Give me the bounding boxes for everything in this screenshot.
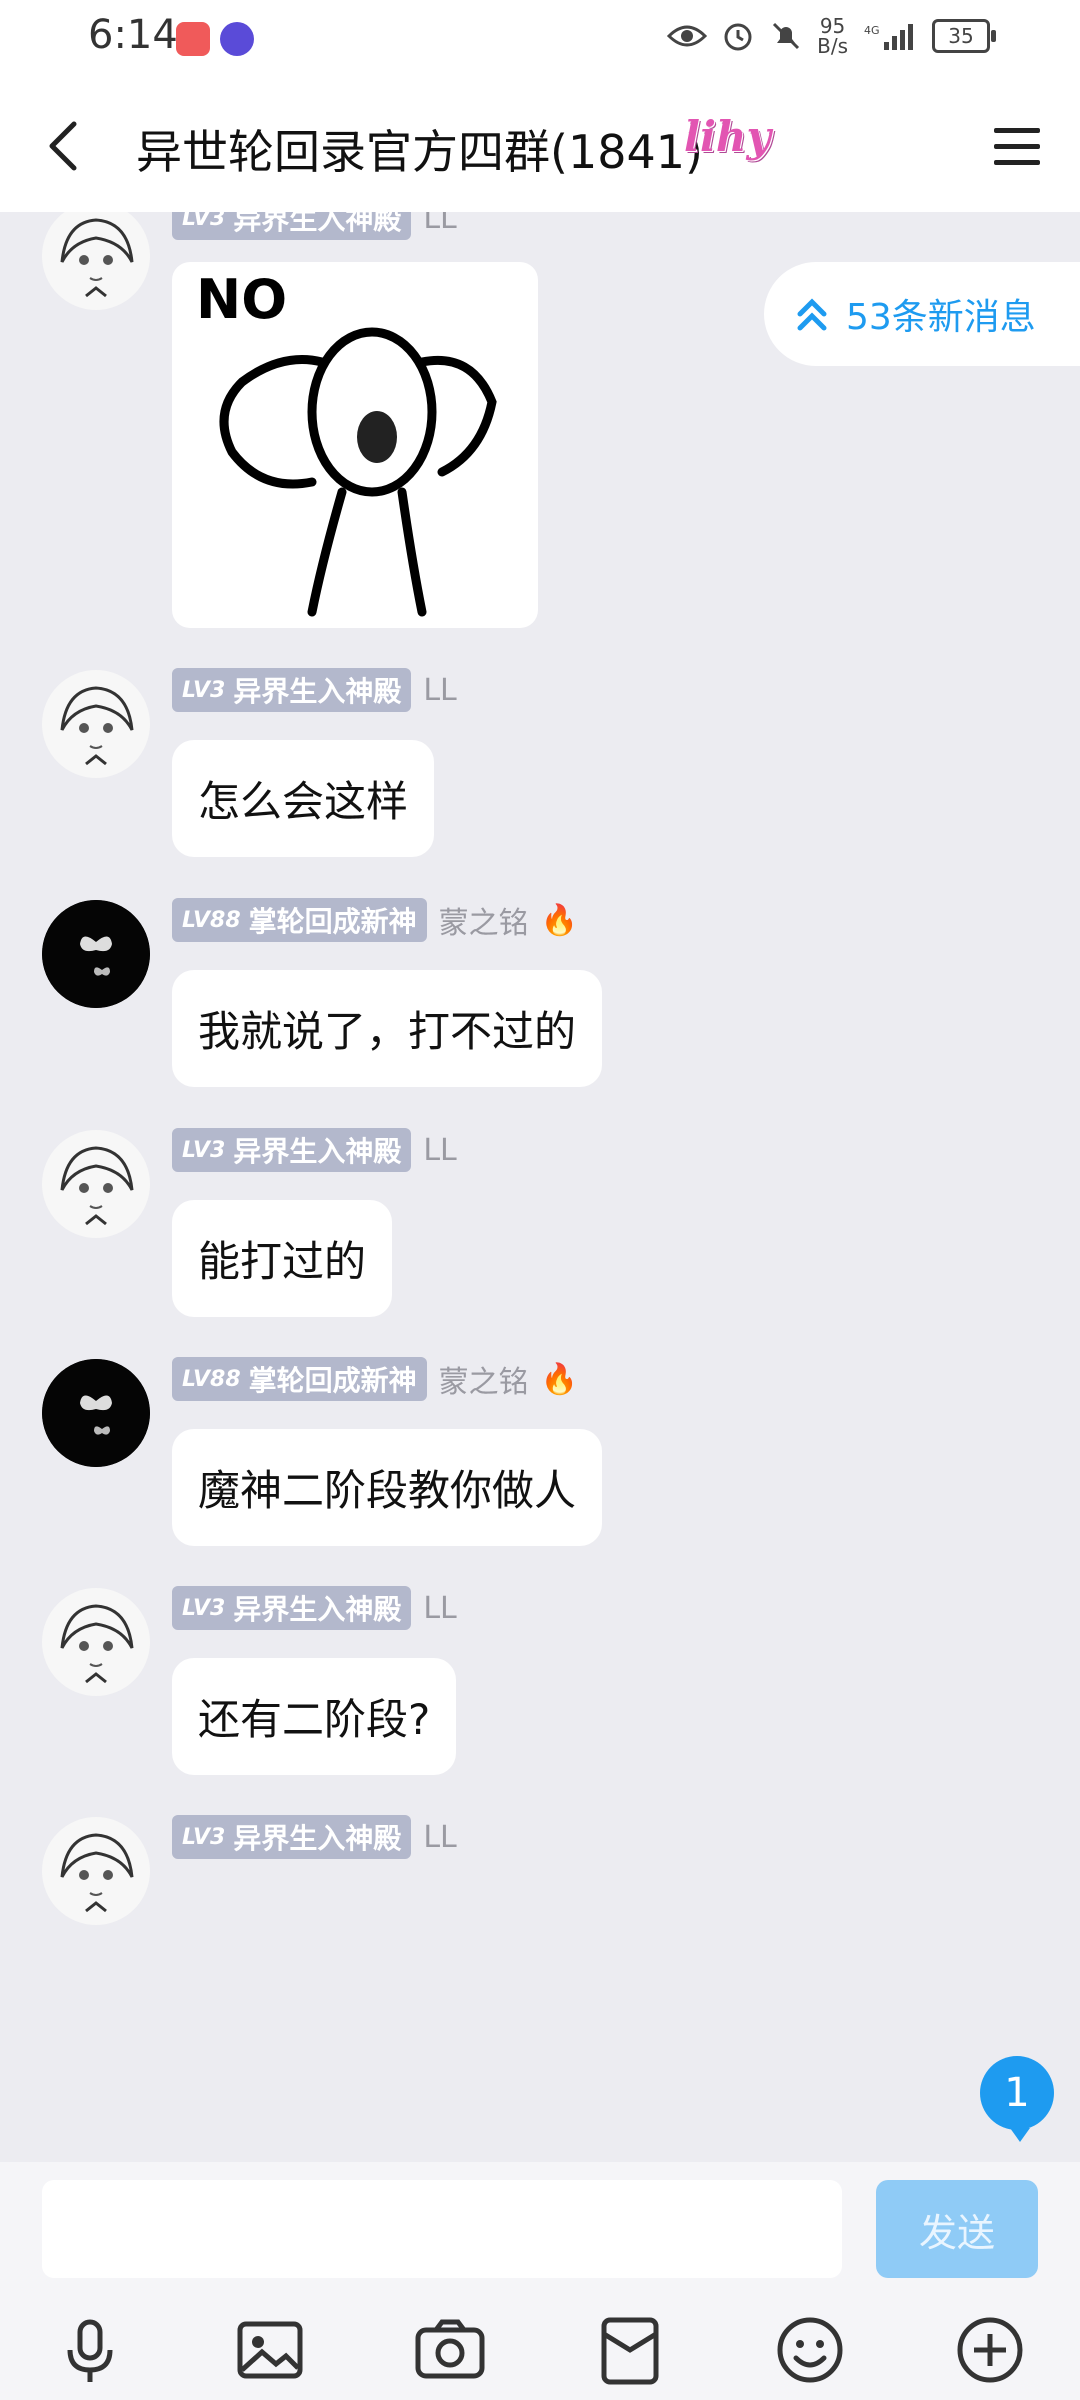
avatar[interactable] (42, 1359, 150, 1467)
member-title-badge: LV3 异界生入神殿 (172, 1128, 412, 1172)
image-icon[interactable] (232, 2312, 308, 2388)
plus-icon[interactable] (952, 2312, 1028, 2388)
anime-girl-avatar (42, 670, 150, 778)
status-right: 95 B/s 4G 35 (667, 14, 996, 58)
status-bar: 6:14 95 B/s 4G 35 (0, 0, 1080, 80)
member-title-badge: LV3 异界生入神殿 (172, 668, 412, 712)
fire-icon: 🔥 (540, 1361, 579, 1397)
avatar[interactable] (42, 670, 150, 778)
svg-text:NO: NO (196, 268, 287, 331)
sender-meta: LV88 掌轮回成新神 蒙之铭 🔥 (172, 1357, 579, 1401)
sender-nickname[interactable]: LL (423, 1133, 456, 1168)
vip-badge: lihy (684, 112, 771, 161)
message-item: LV88 掌轮回成新神 蒙之铭 🔥 魔神二阶段教你做人 (0, 1357, 1080, 1559)
battery-icon: 35 (932, 19, 996, 53)
message-input[interactable] (42, 2180, 842, 2278)
message-bubble[interactable]: 魔神二阶段教你做人 (172, 1429, 603, 1546)
red-packet-icon[interactable] (592, 2312, 668, 2388)
message-item: LV3 异界生入神殿 LL 能打过的 (0, 1128, 1080, 1330)
avatar[interactable] (42, 212, 150, 310)
sender-nickname[interactable]: LL (423, 1591, 456, 1626)
message-item: LV3 异界生入神殿 LL (0, 1815, 1080, 1947)
input-bar: 发送 (0, 2162, 1080, 2400)
group-title: 异世轮回录官方四群(1841) (136, 125, 703, 179)
app-notification-icon (176, 22, 210, 56)
sender-meta: LV3 异界生入神殿 LL (172, 1586, 457, 1630)
message-bubble[interactable]: 我就说了，打不过的 (172, 970, 603, 1087)
network-speed: 95 B/s (817, 14, 848, 58)
anime-girl-avatar (42, 1130, 150, 1238)
message-item: LV88 掌轮回成新神 蒙之铭 🔥 我就说了，打不过的 (0, 898, 1080, 1100)
message-bubble[interactable]: 能打过的 (172, 1200, 393, 1317)
message-item: LV3 异界生入神殿 LL 还有二阶段? (0, 1586, 1080, 1788)
camera-icon[interactable] (412, 2312, 488, 2388)
member-title-badge: LV3 异界生入神殿 (172, 1815, 412, 1859)
member-title-badge: LV88 掌轮回成新神 (172, 898, 427, 942)
sender-meta: LV3 异界生入神殿 LL (172, 1128, 457, 1172)
sender-nickname[interactable]: 蒙之铭 (439, 898, 529, 942)
sender-meta: LV3 异界生入神殿 LL (172, 212, 457, 240)
send-button[interactable]: 发送 (876, 2180, 1038, 2278)
new-messages-banner[interactable]: 53条新消息 (764, 262, 1080, 366)
alarm-icon (724, 23, 752, 51)
anime-girl-avatar (42, 1588, 150, 1696)
avatar[interactable] (42, 1817, 150, 1925)
chat-message-list[interactable]: LV3 异界生入神殿 LL NO LV3 异界生入神殿 LL 怎么会这样 LV8… (0, 212, 1080, 2162)
sender-meta: LV88 掌轮回成新神 蒙之铭 🔥 (172, 898, 579, 942)
avatar[interactable] (42, 1130, 150, 1238)
double-chevron-up-icon (797, 298, 827, 331)
svg-text:4G: 4G (864, 24, 880, 37)
emoji-icon[interactable] (772, 2312, 848, 2388)
butterfly-avatar (42, 900, 150, 1008)
avatar[interactable] (42, 900, 150, 1008)
mute-bell-icon (773, 22, 800, 50)
sender-nickname[interactable]: 蒙之铭 (439, 1357, 529, 1401)
sticker-image[interactable]: NO (172, 262, 538, 628)
message-item: LV3 异界生入神殿 LL 怎么会这样 (0, 668, 1080, 870)
microphone-icon[interactable] (52, 2312, 128, 2388)
fire-icon: 🔥 (540, 902, 579, 938)
new-messages-label: 53条新消息 (846, 297, 1036, 338)
back-arrow-icon[interactable] (36, 116, 96, 176)
anime-girl-avatar (42, 212, 150, 310)
butterfly-avatar (42, 1359, 150, 1467)
sender-meta: LV3 异界生入神殿 LL (172, 1815, 457, 1859)
status-time: 6:14 (88, 12, 178, 58)
member-title-badge: LV3 异界生入神殿 (172, 212, 412, 240)
tieba-notification-icon (220, 22, 254, 56)
chat-header: 异世轮回录官方四群(1841) lihy (0, 80, 1080, 212)
avatar[interactable] (42, 1588, 150, 1696)
signal-icon: 4G (864, 24, 913, 50)
member-title-badge: LV3 异界生入神殿 (172, 1586, 412, 1630)
member-title-badge: LV88 掌轮回成新神 (172, 1357, 427, 1401)
menu-icon[interactable] (990, 122, 1044, 172)
unread-count-badge[interactable]: 1 (980, 2056, 1054, 2142)
sender-nickname[interactable]: LL (423, 1820, 456, 1855)
sender-nickname[interactable]: LL (423, 673, 456, 708)
message-bubble[interactable]: 怎么会这样 (172, 740, 435, 857)
sender-nickname[interactable]: LL (423, 212, 456, 236)
anime-girl-avatar (42, 1817, 150, 1925)
message-bubble[interactable]: 还有二阶段? (172, 1658, 457, 1775)
sender-meta: LV3 异界生入神殿 LL (172, 668, 457, 712)
eye-icon (667, 25, 708, 47)
meme-sticker: NO (196, 268, 497, 617)
